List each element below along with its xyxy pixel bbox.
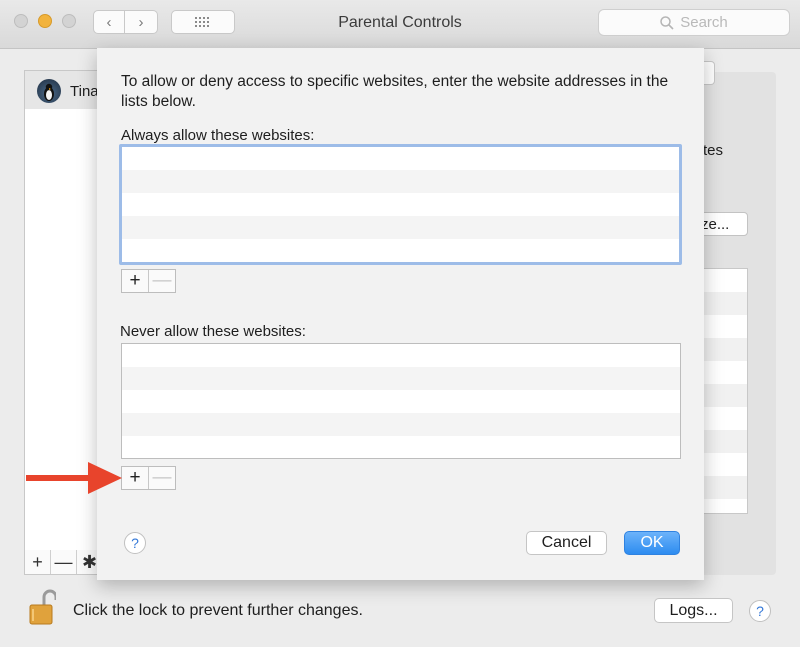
logs-button[interactable]: Logs... bbox=[654, 598, 733, 623]
remove-allowed-site-button[interactable]: — bbox=[149, 270, 175, 292]
never-allow-list[interactable] bbox=[121, 343, 681, 459]
cancel-button[interactable]: Cancel bbox=[526, 531, 607, 555]
list-row bbox=[122, 436, 680, 459]
annotation-arrow-icon bbox=[26, 462, 122, 494]
background-partial-label: tes bbox=[703, 142, 724, 159]
sheet-instructions: To allow or deny access to specific webs… bbox=[121, 73, 669, 110]
always-allow-plus-minus: + — bbox=[121, 269, 176, 293]
penguin-icon bbox=[44, 83, 54, 101]
list-row bbox=[122, 367, 680, 390]
list-row bbox=[122, 170, 679, 193]
user-row[interactable]: Tina bbox=[25, 71, 103, 109]
search-placeholder: Search bbox=[680, 14, 728, 31]
list-row bbox=[122, 239, 679, 262]
help-button[interactable]: ? bbox=[749, 600, 771, 622]
add-blocked-site-button[interactable]: + bbox=[122, 467, 149, 489]
remove-blocked-site-button[interactable]: — bbox=[149, 467, 175, 489]
list-row bbox=[122, 216, 679, 239]
unlocked-lock-icon[interactable] bbox=[28, 588, 56, 626]
list-row bbox=[122, 147, 679, 170]
title-bar: ‹ › Parental Controls Search bbox=[0, 0, 800, 49]
user-list-toolbar: + — ✱ bbox=[24, 550, 104, 575]
help-button[interactable]: ? bbox=[124, 532, 146, 554]
list-row bbox=[122, 344, 680, 367]
add-allowed-site-button[interactable]: + bbox=[122, 270, 149, 292]
website-restrictions-sheet: To allow or deny access to specific webs… bbox=[97, 48, 704, 580]
avatar bbox=[37, 79, 61, 103]
search-icon bbox=[660, 15, 674, 30]
background-list bbox=[702, 268, 748, 514]
ok-button[interactable]: OK bbox=[624, 531, 680, 555]
always-allow-list[interactable] bbox=[119, 144, 682, 265]
add-user-button[interactable]: + bbox=[25, 550, 51, 574]
never-allow-plus-minus: + — bbox=[121, 466, 176, 490]
user-list[interactable]: Tina bbox=[24, 70, 104, 575]
lock-message: Click the lock to prevent further change… bbox=[73, 602, 363, 619]
search-field[interactable]: Search bbox=[598, 9, 790, 36]
always-allow-label: Always allow these websites: bbox=[121, 127, 315, 144]
user-name: Tina bbox=[70, 83, 99, 100]
list-row bbox=[122, 413, 680, 436]
list-row bbox=[122, 390, 680, 413]
remove-user-button[interactable]: — bbox=[51, 550, 77, 574]
list-row bbox=[122, 193, 679, 216]
never-allow-label: Never allow these websites: bbox=[120, 323, 306, 340]
